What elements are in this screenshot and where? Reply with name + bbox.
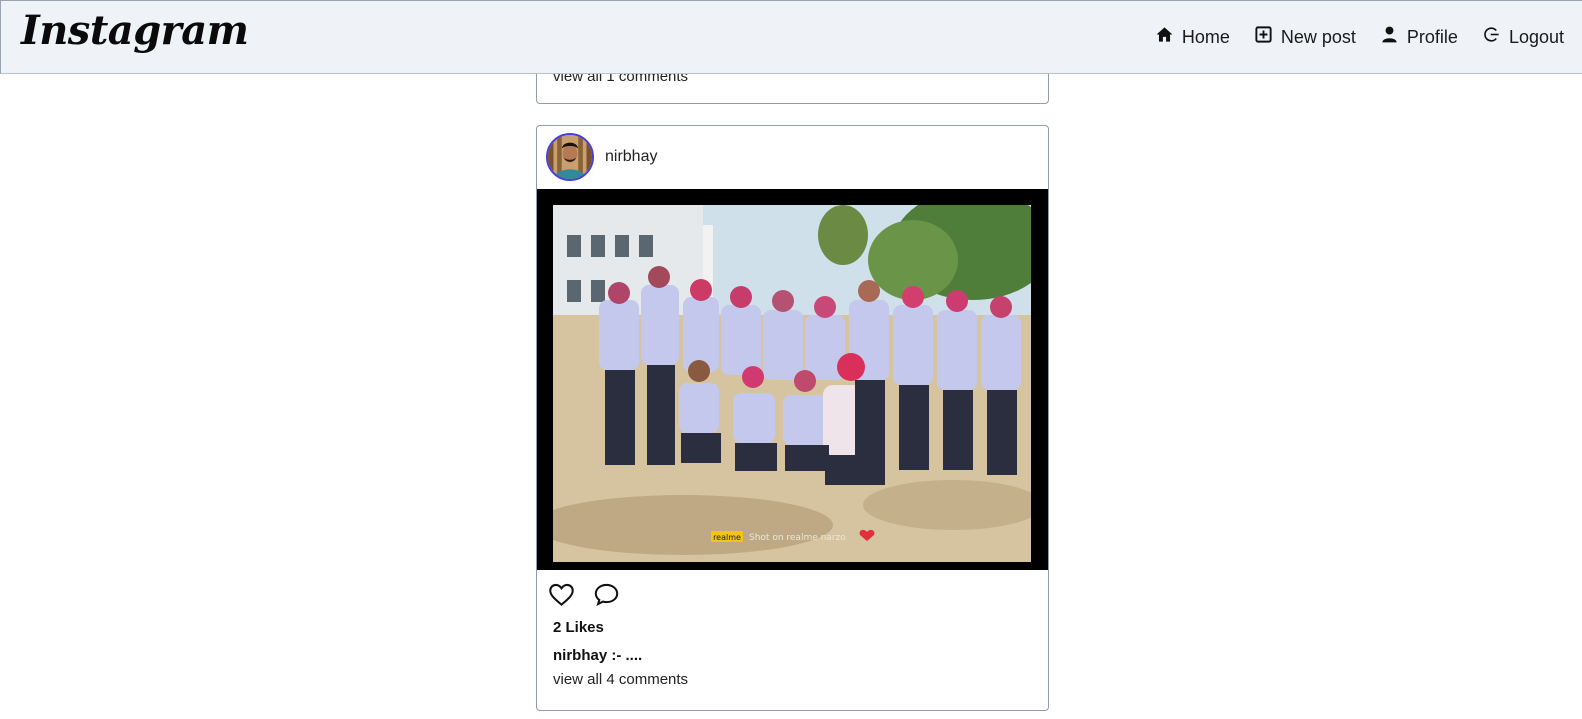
- svg-text:realme: realme: [713, 533, 741, 542]
- plus-square-icon: [1254, 25, 1273, 49]
- svg-text:Shot on realme narzo: Shot on realme narzo: [749, 533, 846, 543]
- post-photo[interactable]: realme Shot on realme narzo: [553, 205, 1031, 562]
- view-comments-link[interactable]: view all 4 comments: [553, 671, 688, 688]
- home-icon: [1155, 25, 1174, 49]
- nav-new-post-link[interactable]: New post: [1254, 25, 1356, 49]
- nav-profile-label: Profile: [1406, 26, 1458, 47]
- post-username[interactable]: nirbhay: [605, 148, 657, 166]
- nav-logout-label: Logout: [1508, 26, 1564, 47]
- nav-new-post-label: New post: [1280, 26, 1356, 47]
- logout-icon: [1482, 25, 1501, 49]
- top-navbar: Instagram Home New post Profile Logout: [0, 0, 1582, 74]
- heart-icon[interactable]: [548, 581, 575, 613]
- nav-logout-link[interactable]: Logout: [1482, 25, 1564, 49]
- nav-links: Home New post Profile Logout: [1155, 25, 1564, 49]
- nav-home-link[interactable]: Home: [1155, 25, 1230, 49]
- post-card: nirbhay realme Shot on realme narzo 2 Li…: [536, 125, 1049, 711]
- comment-icon[interactable]: [593, 581, 620, 613]
- user-icon: [1380, 25, 1399, 49]
- post-media-frame: realme Shot on realme narzo: [537, 189, 1048, 570]
- avatar[interactable]: [546, 133, 594, 181]
- nav-home-label: Home: [1181, 26, 1230, 47]
- post-header: nirbhay: [537, 126, 1048, 189]
- likes-count: 2 Likes: [553, 619, 604, 636]
- post-actions: [548, 581, 620, 613]
- nav-profile-link[interactable]: Profile: [1380, 25, 1458, 49]
- instagram-logo[interactable]: Instagram: [21, 7, 249, 54]
- post-caption: nirbhay :- ....: [553, 647, 643, 664]
